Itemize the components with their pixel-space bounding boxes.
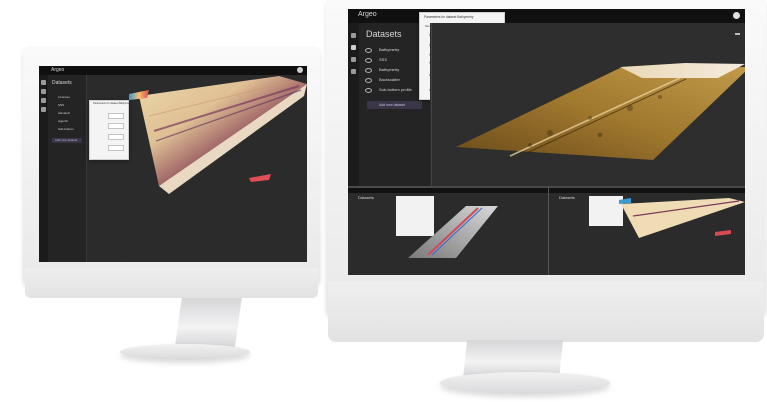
- dataset-label: Backscatter: [379, 77, 400, 82]
- settings-icon[interactable]: [351, 57, 356, 62]
- dataset-row[interactable]: Bathymetry: [365, 47, 427, 55]
- left-colormap-field[interactable]: [108, 123, 124, 129]
- dataset-item[interactable]: Sub-bottom: [58, 127, 74, 131]
- dataset-row[interactable]: SSS: [365, 57, 427, 65]
- right-topbar: Argeo: [348, 9, 745, 23]
- settings-icon[interactable]: [41, 98, 46, 103]
- sub-view-right[interactable]: Datasets: [549, 188, 745, 275]
- subbottom-surface[interactable]: [619, 196, 745, 246]
- main-3d-view[interactable]: [430, 23, 745, 186]
- bathymetry-surface[interactable]: [430, 23, 745, 186]
- dataset-item[interactable]: Licenses: [58, 95, 70, 99]
- left-sun-field[interactable]: [108, 134, 124, 140]
- eye-icon[interactable]: [365, 58, 372, 63]
- sub-popup-2: [589, 196, 623, 226]
- left-opacity-field[interactable]: [108, 113, 124, 119]
- left-topbar: Argeo: [39, 66, 307, 75]
- sub-view-left[interactable]: Datasets: [348, 188, 549, 275]
- left-panel-title: Datasets: [52, 80, 72, 86]
- user-icon[interactable]: [733, 12, 740, 19]
- left-app-name: Argeo: [51, 67, 65, 73]
- layers-icon[interactable]: [351, 33, 356, 38]
- settings-icon[interactable]: [735, 33, 740, 35]
- add-dataset-button[interactable]: Add new dataset: [367, 101, 422, 109]
- right-monitor-foot: [440, 372, 610, 394]
- eye-icon[interactable]: [365, 68, 372, 73]
- right-rail: [348, 23, 359, 186]
- left-screen: Argeo Datasets Licenses SSS Alexandr Age…: [39, 66, 307, 262]
- measure-icon[interactable]: [351, 69, 356, 74]
- sub-panel-title-2: Datasets: [559, 195, 575, 200]
- right-screen: Argeo Datasets Bathymetry SSS Bathymetry: [348, 9, 745, 275]
- dataset-item[interactable]: SSS: [58, 103, 64, 107]
- left-popup-title: Parameters for dataset Bathymetry: [93, 102, 132, 105]
- left-dataset-panel: Datasets Licenses SSS Alexandr Agentic S…: [48, 75, 87, 262]
- measure-icon[interactable]: [41, 107, 46, 112]
- layers-icon[interactable]: [41, 80, 46, 85]
- left-shading-field[interactable]: [108, 145, 124, 151]
- dataset-item[interactable]: Alexandr: [58, 111, 70, 115]
- eye-icon[interactable]: [365, 78, 372, 83]
- dataset-label: SSS: [379, 57, 388, 62]
- left-monitor-foot: [120, 344, 250, 360]
- dataset-row[interactable]: Backscatter: [365, 77, 427, 85]
- dataset-label: Bathymetry: [379, 67, 400, 72]
- eye-icon[interactable]: [365, 48, 372, 53]
- left-monitor-chin: [25, 268, 318, 298]
- add-dataset-label: Add new dataset: [379, 103, 406, 107]
- add-dataset-button[interactable]: Add new dataset: [52, 138, 82, 143]
- popup-title: Parameters for dataset Bathymetry: [424, 15, 474, 19]
- dataset-row[interactable]: Bathymetry: [365, 67, 427, 75]
- user-icon[interactable]: [297, 67, 303, 73]
- left-subbottom-3d-view[interactable]: [129, 76, 307, 206]
- right-panel-title: Datasets: [366, 29, 402, 39]
- sub-topbar: [348, 188, 548, 193]
- dataset-row[interactable]: Sub-bottom profile: [365, 87, 427, 95]
- sub-topbar-2: [549, 188, 745, 193]
- dataset-label: Sub-bottom profile: [379, 87, 412, 92]
- right-monitor-chin: [328, 282, 764, 342]
- dataset-icon[interactable]: [351, 45, 356, 50]
- left-parameters-popup: Parameters for dataset Bathymetry: [89, 100, 132, 160]
- dataset-icon[interactable]: [41, 89, 46, 94]
- dataset-label: Bathymetry: [379, 47, 400, 52]
- backscatter-surface[interactable]: [408, 200, 498, 260]
- add-dataset-label: Add new dataset: [55, 138, 78, 142]
- eye-icon[interactable]: [365, 88, 372, 93]
- left-rail: [39, 75, 48, 262]
- view-divider: [431, 23, 432, 186]
- right-app-name: Argeo: [358, 11, 377, 18]
- sub-panel-title: Datasets: [358, 195, 374, 200]
- dataset-item[interactable]: Agentic: [58, 119, 68, 123]
